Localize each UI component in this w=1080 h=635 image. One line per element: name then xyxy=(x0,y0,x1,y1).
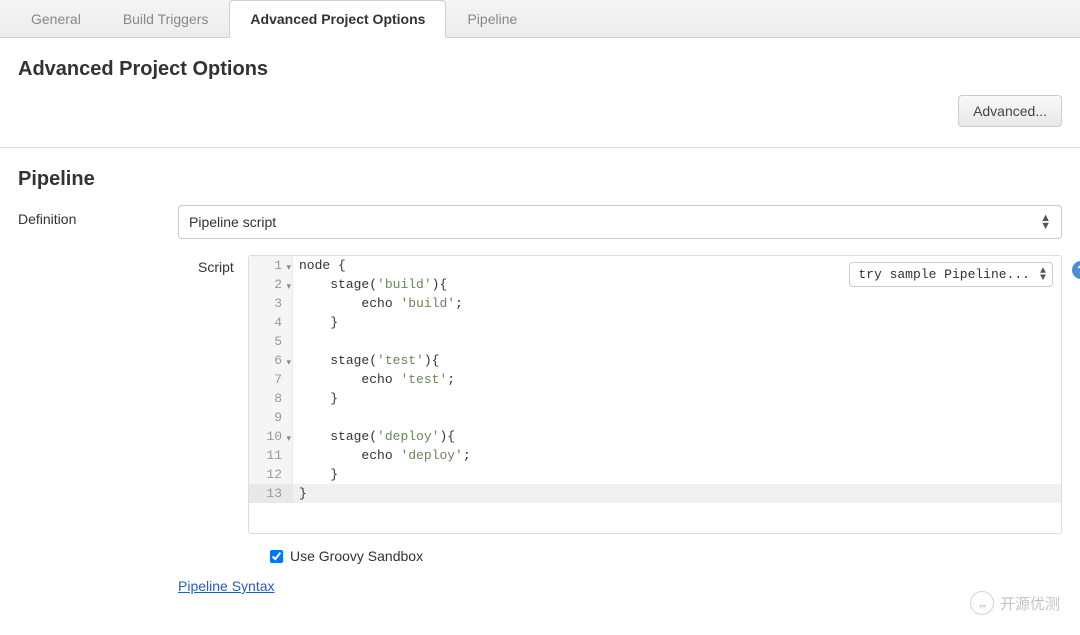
code-content: echo 'test'; xyxy=(293,370,455,389)
line-number: 11 xyxy=(249,446,293,465)
line-number: 5 xyxy=(249,332,293,351)
definition-select[interactable]: Pipeline script ▲▼ xyxy=(178,205,1062,239)
advanced-button[interactable]: Advanced... xyxy=(958,95,1062,127)
code-content xyxy=(293,332,330,351)
watermark: 开源优测 xyxy=(970,591,1060,615)
editor-line[interactable]: 9 xyxy=(249,408,1061,427)
definition-row: Definition Pipeline script ▲▼ xyxy=(18,205,1062,239)
sandbox-label: Use Groovy Sandbox xyxy=(290,548,423,564)
editor-line[interactable]: 7 echo 'test'; xyxy=(249,370,1061,389)
code-content: } xyxy=(293,484,307,503)
section-divider xyxy=(0,147,1080,148)
code-content: stage('test'){ xyxy=(293,351,439,370)
code-content: echo 'deploy'; xyxy=(293,446,471,465)
editor-line[interactable]: 13} xyxy=(249,484,1061,503)
script-spacer xyxy=(18,255,178,261)
line-number: 6▾ xyxy=(249,351,293,370)
script-label: Script xyxy=(178,255,248,275)
watermark-icon xyxy=(970,591,994,615)
select-caret-icon: ▲▼ xyxy=(1040,214,1051,230)
code-content: stage('build'){ xyxy=(293,275,447,294)
definition-label: Definition xyxy=(18,205,178,227)
pipeline-heading: Pipeline xyxy=(18,168,1062,191)
sample-pipeline-select[interactable]: try sample Pipeline... ▲▼ xyxy=(849,262,1053,287)
editor-line[interactable]: 11 echo 'deploy'; xyxy=(249,446,1061,465)
editor-line[interactable]: 3 echo 'build'; xyxy=(249,294,1061,313)
line-number: 8 xyxy=(249,389,293,408)
editor-line[interactable]: 8 } xyxy=(249,389,1061,408)
tabs-bar: GeneralBuild TriggersAdvanced Project Op… xyxy=(0,0,1080,38)
tab-build-triggers[interactable]: Build Triggers xyxy=(102,0,230,38)
code-content xyxy=(293,408,330,427)
line-number: 12 xyxy=(249,465,293,484)
watermark-text: 开源优测 xyxy=(1000,593,1060,614)
pipeline-syntax-row: Pipeline Syntax xyxy=(178,578,1062,594)
code-content: node { xyxy=(293,256,346,275)
line-number: 1▾ xyxy=(249,256,293,275)
definition-field: Pipeline script ▲▼ xyxy=(178,205,1062,239)
line-number: 2▾ xyxy=(249,275,293,294)
script-editor[interactable]: 1▾node {2▾ stage('build'){3 echo 'build'… xyxy=(248,255,1062,534)
editor-line[interactable]: 12 } xyxy=(249,465,1061,484)
tab-advanced-project-options[interactable]: Advanced Project Options xyxy=(229,0,446,38)
code-content: echo 'build'; xyxy=(293,294,463,313)
help-icon[interactable]: ? xyxy=(1072,261,1080,279)
sample-caret-icon: ▲▼ xyxy=(1040,268,1046,282)
editor-line[interactable]: 5 xyxy=(249,332,1061,351)
sandbox-row: Use Groovy Sandbox xyxy=(270,548,1062,564)
script-row-outer: Script 1▾node {2▾ stage('build'){3 echo … xyxy=(18,255,1062,594)
content-area: Advanced Project Options Advanced... Pip… xyxy=(0,38,1080,630)
line-number: 9 xyxy=(249,408,293,427)
tab-pipeline[interactable]: Pipeline xyxy=(446,0,538,38)
script-field: Script 1▾node {2▾ stage('build'){3 echo … xyxy=(178,255,1062,594)
line-number: 13 xyxy=(249,484,293,503)
line-number: 7 xyxy=(249,370,293,389)
advanced-button-row: Advanced... xyxy=(18,95,1062,147)
editor-blank xyxy=(249,503,1061,533)
sample-select-value: try sample Pipeline... xyxy=(858,267,1030,282)
line-number: 10▾ xyxy=(249,427,293,446)
code-content: stage('deploy'){ xyxy=(293,427,455,446)
code-content: } xyxy=(293,313,338,332)
tab-general[interactable]: General xyxy=(10,0,102,38)
editor-line[interactable]: 4 } xyxy=(249,313,1061,332)
code-content: } xyxy=(293,465,338,484)
editor-line[interactable]: 10▾ stage('deploy'){ xyxy=(249,427,1061,446)
line-number: 4 xyxy=(249,313,293,332)
editor-line[interactable]: 6▾ stage('test'){ xyxy=(249,351,1061,370)
code-content: } xyxy=(293,389,338,408)
advanced-options-heading: Advanced Project Options xyxy=(18,58,1062,81)
definition-select-value: Pipeline script xyxy=(189,214,276,230)
line-number: 3 xyxy=(249,294,293,313)
pipeline-syntax-link[interactable]: Pipeline Syntax xyxy=(178,578,275,594)
script-row: Script 1▾node {2▾ stage('build'){3 echo … xyxy=(178,255,1062,534)
sandbox-checkbox[interactable] xyxy=(270,550,283,563)
